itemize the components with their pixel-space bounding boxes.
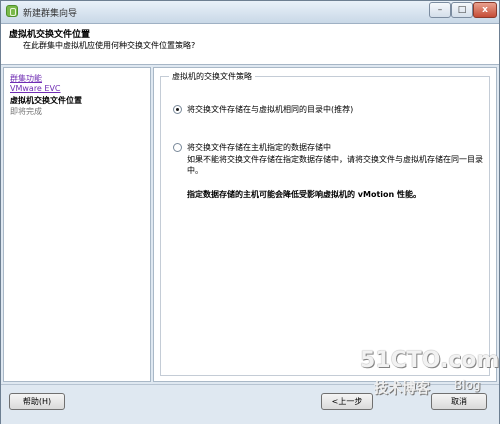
content-panel: 虚拟机的交换文件策略 将交换文件存储在与虚拟机相同的目录中(推荐) 将交换文件存… <box>153 67 497 382</box>
maximize-button[interactable]: □ <box>451 2 473 18</box>
close-button[interactable]: x <box>473 2 497 18</box>
minimize-button[interactable]: – <box>429 2 451 18</box>
option-same-directory-radio[interactable] <box>173 105 182 114</box>
help-button[interactable]: 帮助(H) <box>9 393 65 410</box>
nav-item-cluster-features[interactable]: 群集功能 <box>10 73 42 84</box>
window-title: 新建群集向导 <box>23 9 78 19</box>
option-host-datastore-label[interactable]: 将交换文件存储在主机指定的数据存储中 <box>187 142 331 153</box>
option-host-datastore-description: 如果不能将交换文件存储在指定数据存储中，请将交换文件与虚拟机存储在同一目录中。 <box>187 155 483 175</box>
swapfile-policy-group: 虚拟机的交换文件策略 将交换文件存储在与虚拟机相同的目录中(推荐) 将交换文件存… <box>160 71 490 376</box>
option-same-directory-label[interactable]: 将交换文件存储在与虚拟机相同的目录中(推荐) <box>187 104 353 115</box>
app-icon <box>6 5 18 17</box>
vmotion-warning: 指定数据存储的主机可能会降低受影响虚拟机的 vMotion 性能。 <box>187 190 421 199</box>
watermark-blog: Blog <box>454 378 481 392</box>
nav-item-ready-to-complete: 即将完成 <box>10 107 42 116</box>
page-title: 虚拟机交换文件位置 <box>9 30 91 40</box>
page-subtitle: 在此群集中虚拟机应使用何种交换文件位置策略? <box>23 41 196 50</box>
group-label: 虚拟机的交换文件策略 <box>169 71 255 82</box>
wizard-window: 新建群集向导 – □ x 虚拟机交换文件位置 在此群集中虚拟机应使用何种交换文件… <box>0 0 500 424</box>
wizard-steps-nav: 群集功能 VMware EVC 虚拟机交换文件位置 即将完成 <box>3 67 151 382</box>
watermark-subtitle: 技术博客 <box>374 381 430 397</box>
option-host-datastore-radio[interactable] <box>173 143 182 152</box>
nav-item-vmware-evc[interactable]: VMware EVC <box>10 84 61 93</box>
wizard-header: 虚拟机交换文件位置 在此群集中虚拟机应使用何种交换文件位置策略? <box>1 24 499 65</box>
title-bar[interactable]: 新建群集向导 – □ x <box>1 1 499 24</box>
watermark-logo: 51CTO.com <box>360 348 500 373</box>
nav-item-swapfile-location: 虚拟机交换文件位置 <box>10 96 82 105</box>
watermark: 51CTO.com 技术博客 Blog <box>356 348 500 408</box>
